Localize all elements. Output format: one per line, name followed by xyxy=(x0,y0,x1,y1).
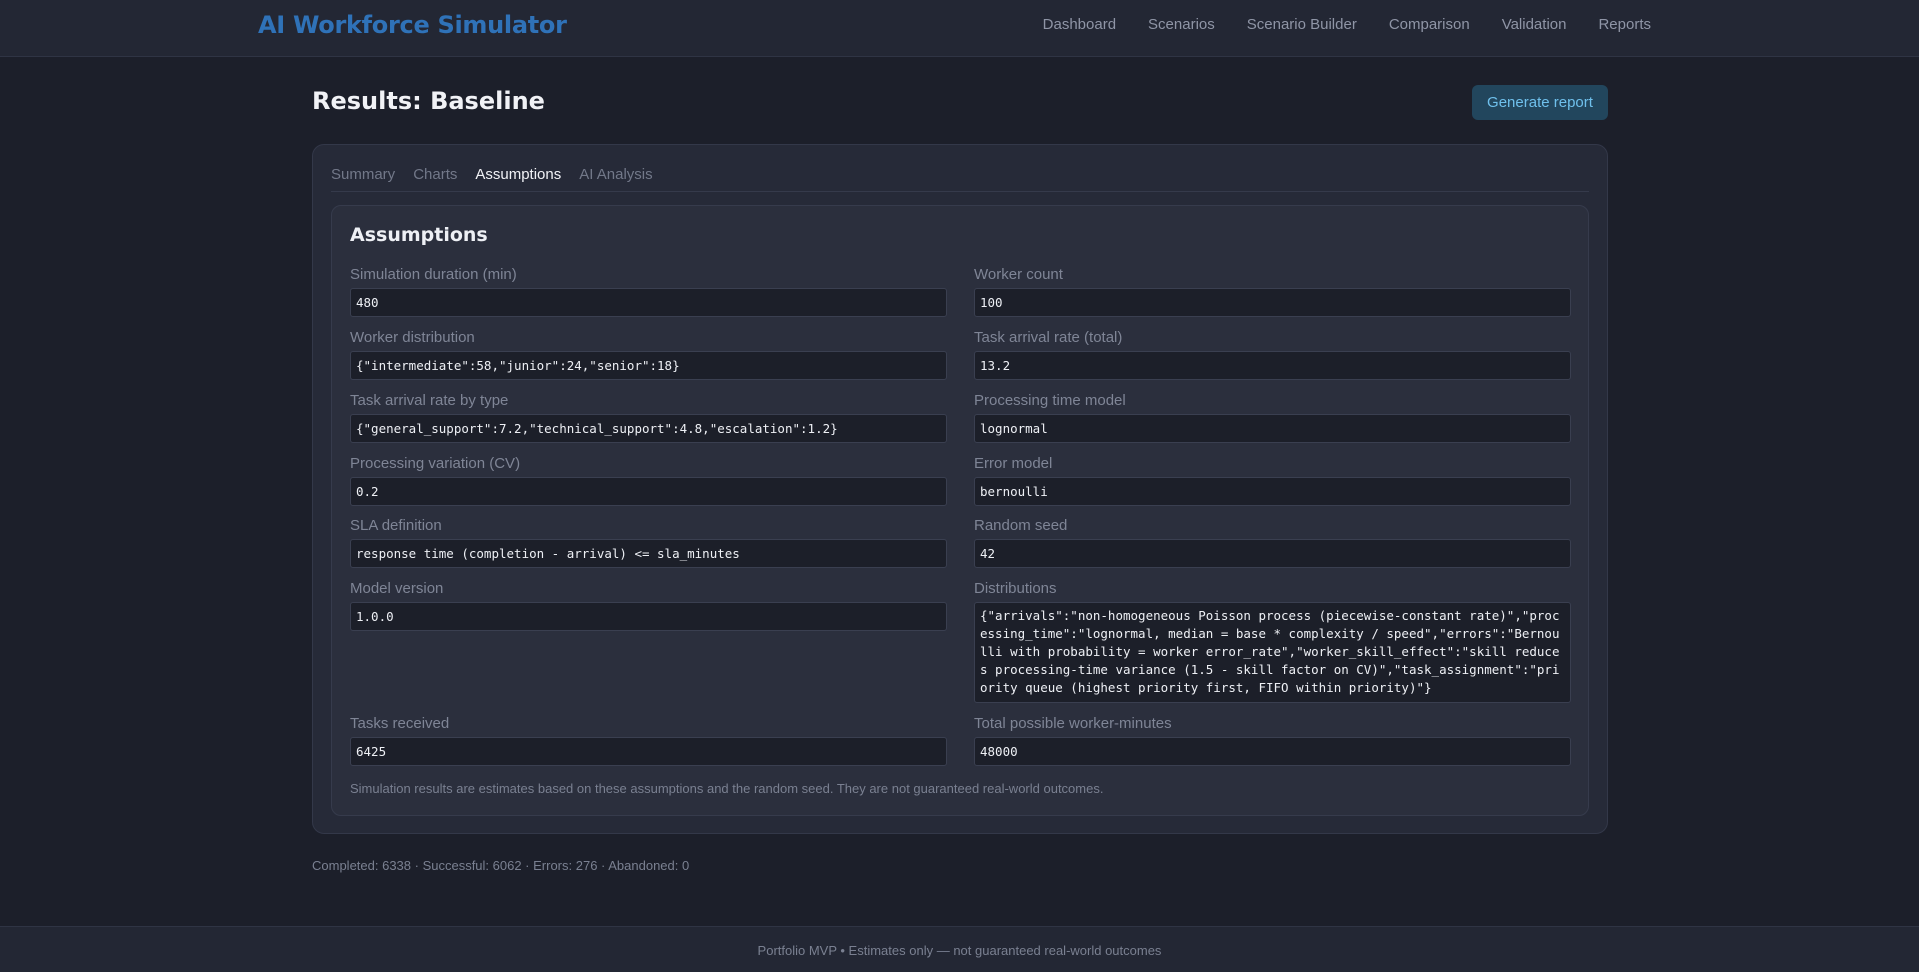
processing-variation-label: Processing variation (CV) xyxy=(350,455,521,472)
assumptions-title: Assumptions xyxy=(350,224,488,246)
task-arrival-by-type-field[interactable]: {"general_support":7.2,"technical_suppor… xyxy=(350,414,947,443)
distributions-field[interactable]: {"arrivals":"non-homogeneous Poisson pro… xyxy=(974,602,1571,703)
nav-scenarios[interactable]: Scenarios xyxy=(1148,16,1215,33)
model-version-label: Model version xyxy=(350,580,444,597)
error-model-label: Error model xyxy=(974,455,1053,472)
app-logo[interactable]: AI Workforce Simulator xyxy=(258,11,567,39)
assumptions-panel: Assumptions Simulation duration (min) 48… xyxy=(331,205,1589,816)
worker-distribution-label: Worker distribution xyxy=(350,329,475,346)
error-model-field[interactable]: bernoulli xyxy=(974,477,1571,506)
generate-report-button[interactable]: Generate report xyxy=(1472,85,1608,120)
nav-validation[interactable]: Validation xyxy=(1502,16,1567,33)
tab-charts[interactable]: Charts xyxy=(413,166,457,191)
assumptions-disclaimer: Simulation results are estimates based o… xyxy=(350,781,1104,796)
random-seed-label: Random seed xyxy=(974,517,1068,534)
tab-ai-analysis[interactable]: AI Analysis xyxy=(579,166,652,191)
distributions-label: Distributions xyxy=(974,580,1057,597)
processing-time-model-field[interactable]: lognormal xyxy=(974,414,1571,443)
page-title: Results: Baseline xyxy=(312,87,545,115)
worker-count-label: Worker count xyxy=(974,266,1063,283)
random-seed-field[interactable]: 42 xyxy=(974,539,1571,568)
tab-assumptions[interactable]: Assumptions xyxy=(475,166,561,191)
total-worker-minutes-field[interactable]: 48000 xyxy=(974,737,1571,766)
worker-count-field[interactable]: 100 xyxy=(974,288,1571,317)
nav-reports[interactable]: Reports xyxy=(1598,16,1651,33)
tab-summary[interactable]: Summary xyxy=(331,166,395,191)
nav-scenario-builder[interactable]: Scenario Builder xyxy=(1247,16,1357,33)
tasks-received-field[interactable]: 6425 xyxy=(350,737,947,766)
task-arrival-by-type-label: Task arrival rate by type xyxy=(350,392,509,409)
sim-duration-label: Simulation duration (min) xyxy=(350,266,517,283)
task-arrival-total-field[interactable]: 13.2 xyxy=(974,351,1571,380)
results-stats-line: Completed: 6338 · Successful: 6062 · Err… xyxy=(312,858,690,873)
top-navbar: AI Workforce Simulator Dashboard Scenari… xyxy=(0,0,1919,57)
sla-definition-label: SLA definition xyxy=(350,517,442,534)
tasks-received-label: Tasks received xyxy=(350,715,450,732)
footer-text: Portfolio MVP • Estimates only — not gua… xyxy=(757,943,1162,958)
results-card: Summary Charts Assumptions AI Analysis A… xyxy=(312,144,1608,834)
main-nav: Dashboard Scenarios Scenario Builder Com… xyxy=(1043,16,1651,33)
total-worker-minutes-label: Total possible worker-minutes xyxy=(974,715,1172,732)
worker-distribution-field[interactable]: {"intermediate":58,"junior":24,"senior":… xyxy=(350,351,947,380)
page-footer: Portfolio MVP • Estimates only — not gua… xyxy=(0,926,1919,972)
task-arrival-total-label: Task arrival rate (total) xyxy=(974,329,1123,346)
processing-variation-field[interactable]: 0.2 xyxy=(350,477,947,506)
results-tabs: Summary Charts Assumptions AI Analysis xyxy=(331,166,1589,192)
nav-comparison[interactable]: Comparison xyxy=(1389,16,1470,33)
model-version-field[interactable]: 1.0.0 xyxy=(350,602,947,631)
nav-dashboard[interactable]: Dashboard xyxy=(1043,16,1116,33)
sla-definition-field[interactable]: response time (completion - arrival) <= … xyxy=(350,539,947,568)
sim-duration-field[interactable]: 480 xyxy=(350,288,947,317)
processing-time-model-label: Processing time model xyxy=(974,392,1126,409)
